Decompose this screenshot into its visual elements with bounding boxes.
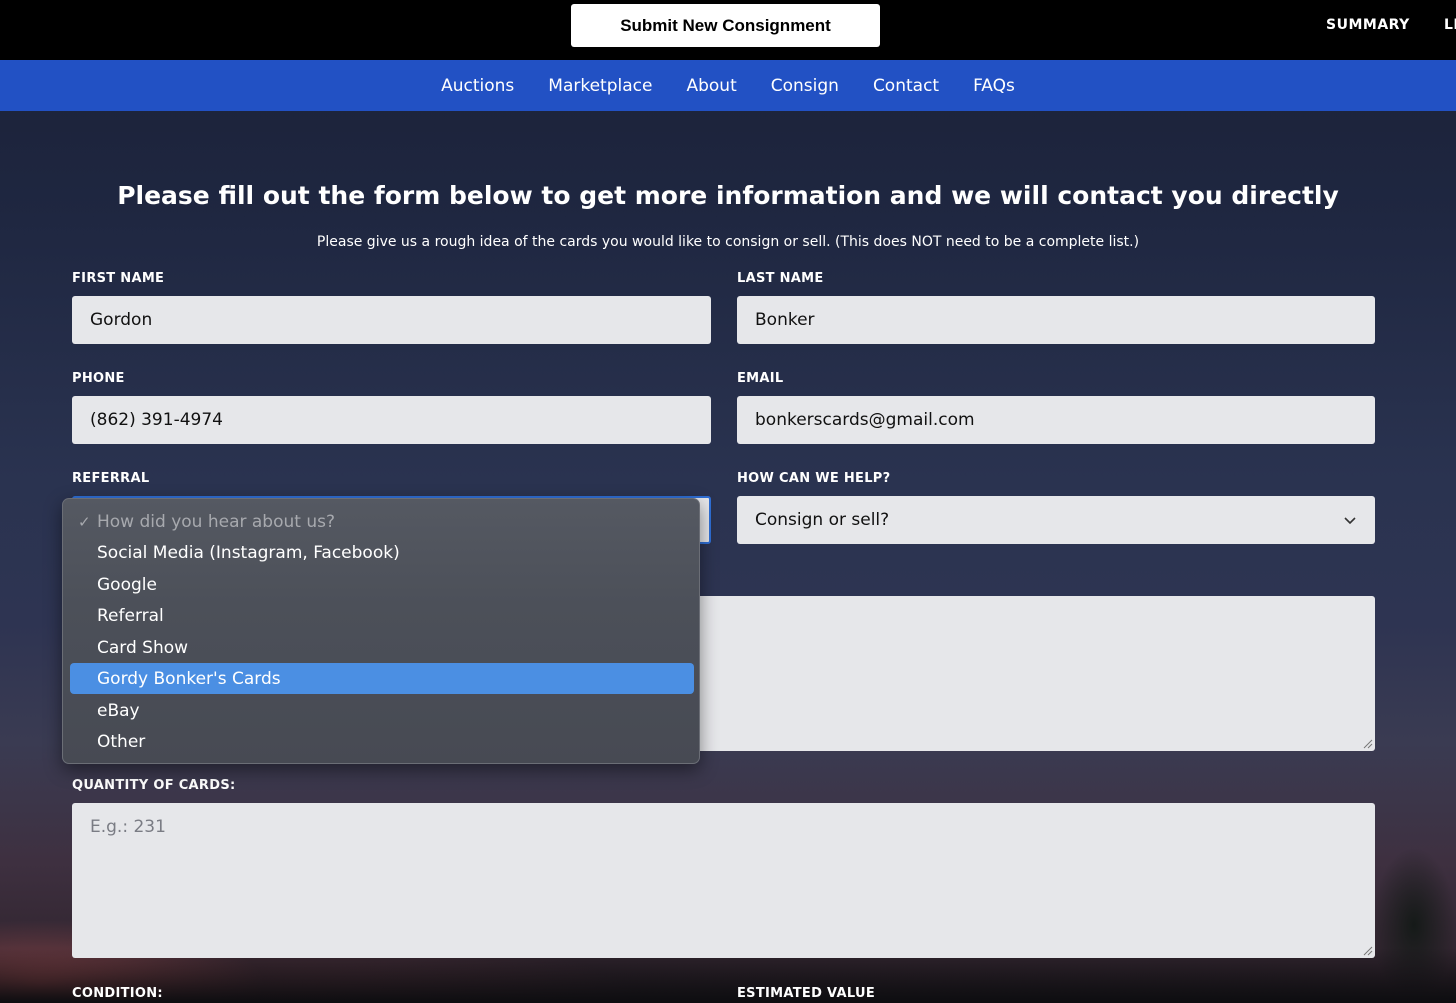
phone-label: PHONE [72, 371, 125, 386]
submit-new-consignment-button[interactable]: Submit New Consignment [571, 4, 880, 47]
last-name-input[interactable] [737, 296, 1375, 344]
dropdown-option-other[interactable]: Other [70, 726, 694, 757]
dropdown-option-gordy-bonkers-cards[interactable]: Gordy Bonker's Cards [70, 663, 694, 694]
top-bar: Submit New Consignment SUMMARY LI [0, 0, 1456, 60]
estimated-value-label: ESTIMATED VALUE [737, 986, 875, 1001]
dropdown-option-card-show[interactable]: Card Show [70, 632, 694, 663]
email-input[interactable] [737, 396, 1375, 444]
quantity-textarea[interactable] [72, 803, 1375, 958]
nav-consign[interactable]: Consign [771, 76, 839, 96]
condition-label: CONDITION: [72, 986, 163, 1001]
form-subtitle: Please give us a rough idea of the cards… [316, 234, 1140, 250]
help-select[interactable]: Consign or sell? [737, 496, 1375, 544]
resize-grip-icon[interactable] [1361, 944, 1373, 956]
dropdown-option-ebay[interactable]: eBay [70, 695, 694, 726]
dropdown-option-social-media[interactable]: Social Media (Instagram, Facebook) [70, 537, 694, 568]
referral-label: REFERRAL [72, 471, 150, 486]
nav-faqs[interactable]: FAQs [973, 76, 1015, 96]
checkmark-icon: ✓ [78, 512, 91, 531]
nav-about[interactable]: About [686, 76, 736, 96]
first-name-label: FIRST NAME [72, 271, 165, 286]
resize-grip-icon[interactable] [1361, 737, 1373, 749]
referral-dropdown-menu: ✓ How did you hear about us? Social Medi… [62, 498, 700, 764]
nav-auctions[interactable]: Auctions [441, 76, 514, 96]
dropdown-option-referral[interactable]: Referral [70, 600, 694, 631]
help-select-value: Consign or sell? [755, 510, 890, 530]
phone-input[interactable] [72, 396, 711, 444]
nav-marketplace[interactable]: Marketplace [548, 76, 652, 96]
last-name-label: LAST NAME [737, 271, 824, 286]
help-label: HOW CAN WE HELP? [737, 471, 891, 486]
top-link-truncated[interactable]: LI [1444, 17, 1456, 33]
dropdown-option-google[interactable]: Google [70, 569, 694, 600]
chevron-down-icon [1344, 517, 1356, 525]
summary-link[interactable]: SUMMARY [1326, 17, 1410, 33]
quantity-label: QUANTITY OF CARDS: [72, 778, 236, 793]
nav-contact[interactable]: Contact [873, 76, 939, 96]
first-name-input[interactable] [72, 296, 711, 344]
dropdown-placeholder-option[interactable]: ✓ How did you hear about us? [70, 506, 694, 537]
dropdown-placeholder-label: How did you hear about us? [97, 511, 335, 532]
form-heading: Please fill out the form below to get mo… [117, 181, 1339, 210]
email-label: EMAIL [737, 371, 784, 386]
main-nav: Auctions Marketplace About Consign Conta… [0, 60, 1456, 111]
